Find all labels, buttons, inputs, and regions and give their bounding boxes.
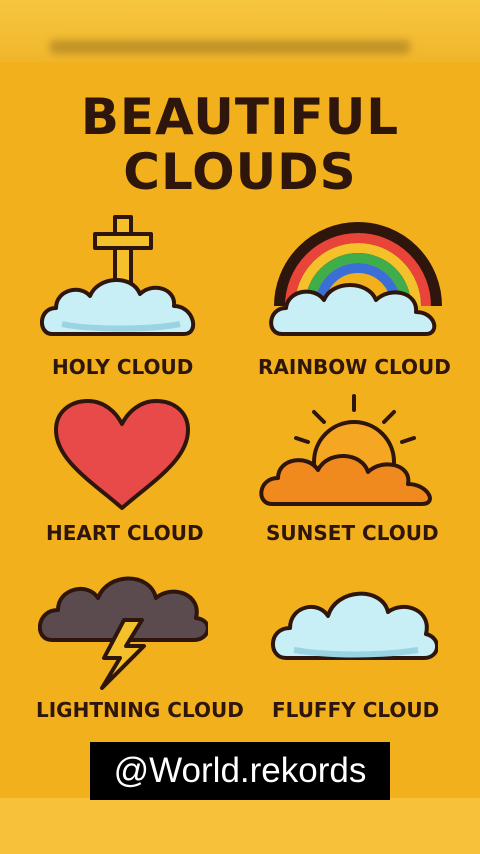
rainbow-cloud-label: RAINBOW CLOUD — [258, 355, 451, 379]
poster-title-line1: BEAUTIFUL — [80, 88, 400, 146]
lightning-cloud-icon — [38, 576, 208, 690]
lightning-cloud-label: LIGHTNING CLOUD — [36, 698, 244, 722]
holy-cloud-icon — [40, 215, 195, 336]
watermark-caption: @World.rekords — [90, 742, 390, 800]
heart-cloud-icon — [54, 399, 190, 510]
fluffy-cloud-label: FLUFFY CLOUD — [272, 698, 440, 722]
heart-cloud-label: HEART CLOUD — [46, 521, 204, 545]
bottom-strip — [0, 798, 480, 854]
blurred-header-text — [50, 40, 410, 54]
fluffy-cloud-icon — [271, 591, 438, 660]
rainbow-cloud-icon — [269, 222, 442, 336]
holy-cloud-label: HOLY CLOUD — [52, 355, 194, 379]
sunset-cloud-icon — [259, 394, 432, 506]
sunset-cloud-label: SUNSET CLOUD — [266, 521, 439, 545]
poster-title-line2: CLOUDS — [123, 143, 357, 201]
